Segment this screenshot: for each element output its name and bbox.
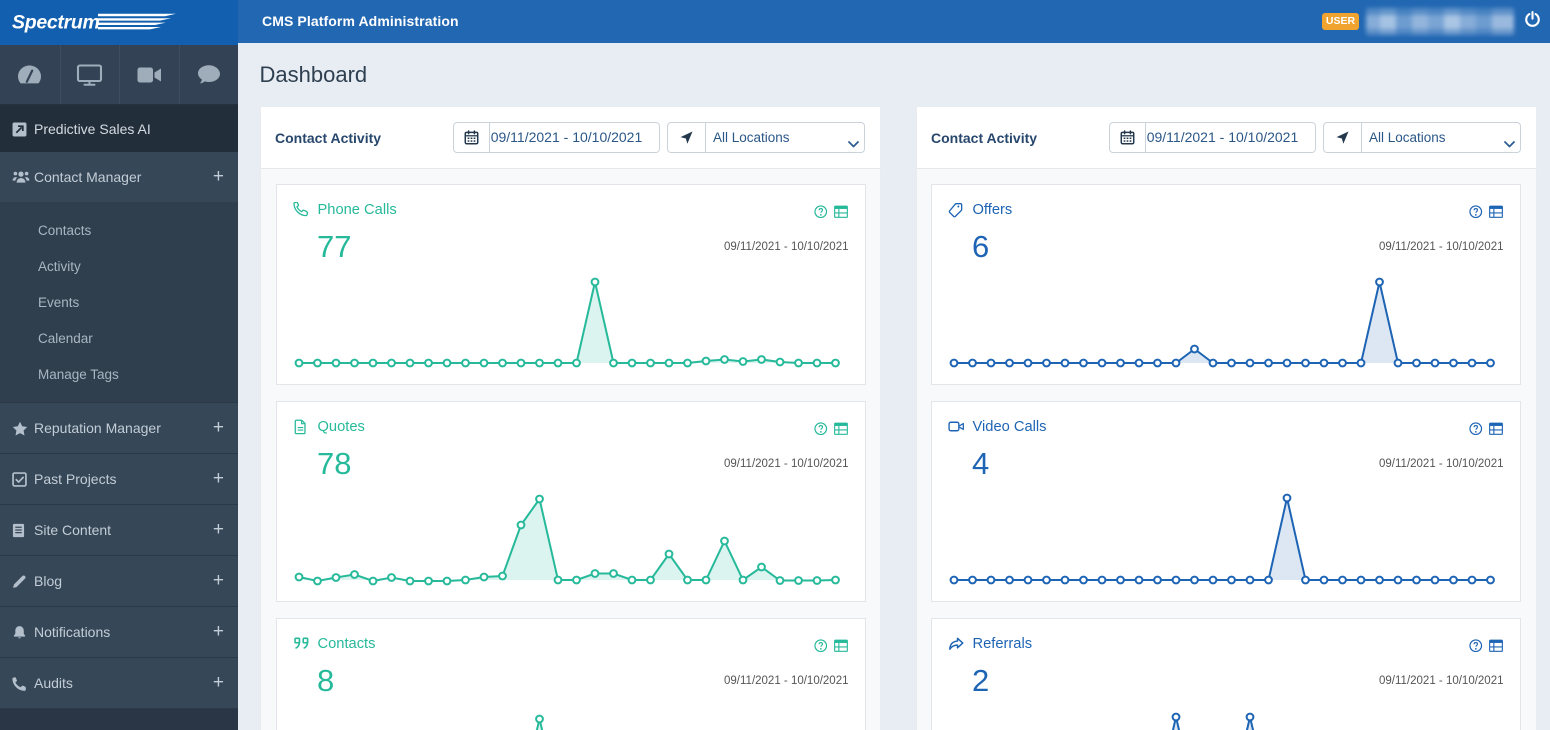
svg-text:Spectrum: Spectrum <box>12 12 100 34</box>
